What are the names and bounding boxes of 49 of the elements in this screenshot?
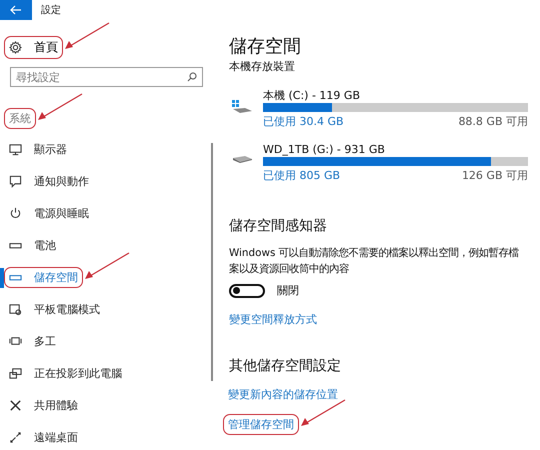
section-subtitle: 本機存放裝置	[229, 59, 296, 71]
window-title: 設定	[41, 4, 61, 17]
search-icon	[187, 72, 197, 82]
toggle-label: 關閉	[277, 283, 299, 298]
power-icon	[9, 206, 22, 220]
description-text: Windows 可以自動清除您不需要的檔案以釋出空間，例如暫存檔案以及資源回收筒中的內容	[229, 246, 520, 277]
nav-item[interactable]: 電源與睡眠	[9, 206, 89, 220]
tablet-icon	[9, 302, 22, 316]
drive-name: WD_1TB (G:) - 931 GB	[263, 143, 386, 156]
scrollbar[interactable]	[211, 143, 213, 381]
nav-item[interactable]: 通知與動作	[9, 174, 89, 188]
free-space: 126 GB 可用	[462, 168, 528, 183]
nav-item[interactable]: 遠端桌面	[9, 430, 78, 444]
annotation-arrow	[37, 93, 83, 122]
free-space: 88.8 GB 可用	[458, 114, 528, 129]
home-nav-item[interactable]: 首頁	[9, 38, 58, 56]
search-field[interactable]: 尋找設定	[10, 67, 203, 87]
toggle-switch[interactable]	[229, 284, 265, 298]
section-heading: 其他儲存空間設定	[229, 357, 342, 375]
nav-item[interactable]: 儲存空間	[9, 270, 78, 284]
annotation-arrow	[84, 252, 130, 280]
nav-item[interactable]: 平板電腦模式	[9, 302, 100, 316]
back-button[interactable]	[0, 0, 32, 20]
link[interactable]: 管理儲存空間	[228, 417, 294, 432]
nav-item[interactable]: 共用體驗	[9, 398, 78, 412]
monitor-icon	[9, 142, 22, 156]
drive-icon	[231, 153, 253, 165]
section-heading: 儲存空間感知器	[229, 217, 328, 235]
used-space: 已使用 30.4 GB	[263, 114, 344, 129]
section-label: 系統	[9, 111, 31, 126]
remote-desktop-icon	[9, 430, 22, 444]
annotation-arrow	[64, 22, 110, 50]
overlapping-screens-icon	[9, 366, 22, 380]
nav-item[interactable]: 多工	[9, 334, 56, 348]
link[interactable]: 變更新內容的儲存位置	[228, 387, 338, 402]
gear-icon	[9, 40, 22, 54]
back-arrow-icon	[10, 5, 22, 15]
annotation-arrow	[300, 399, 346, 428]
cross-arrows-icon	[9, 398, 22, 412]
window-icon	[9, 334, 22, 348]
system-drive-icon	[231, 99, 253, 115]
nav-item[interactable]: 顯示器	[9, 142, 67, 156]
link[interactable]: 變更空間釋放方式	[229, 312, 317, 327]
used-space: 已使用 805 GB	[263, 168, 340, 183]
drive-name: 本機 (C:) - 119 GB	[263, 89, 361, 102]
speech-bubble-icon	[9, 174, 22, 188]
nav-item[interactable]: 正在投影到此電腦	[9, 366, 122, 380]
page-title: 儲存空間	[229, 36, 302, 58]
nav-item[interactable]: 電池	[9, 238, 56, 252]
